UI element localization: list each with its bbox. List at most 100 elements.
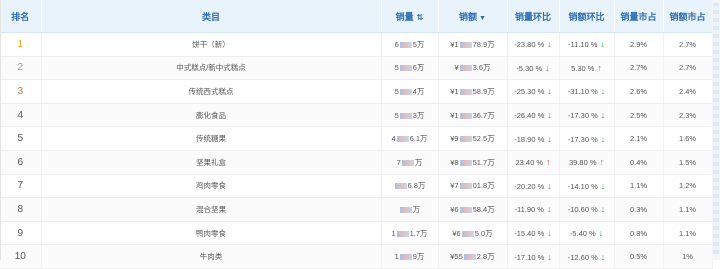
sales-volume-cell: 5 4万 [381, 79, 439, 104]
volume-mom-cell: -17.10 % ↓ [507, 244, 560, 269]
amount-share-cell: 2.7% [663, 56, 713, 81]
arrow-down-icon: ↓ [546, 204, 552, 215]
header-category: 类目 [41, 0, 382, 33]
arrow-down-icon: ↓ [598, 228, 604, 239]
sales-amount-cell: ¥1 58.9万 [438, 79, 508, 104]
rank-cell: 4 [0, 103, 42, 128]
category-cell[interactable]: 传统糖果 [41, 126, 382, 151]
volume-share-cell: 2.5% [614, 103, 664, 128]
amount-mom-cell: 5.30 % ↑ [559, 56, 615, 81]
volume-share-cell: 2.6% [614, 79, 664, 104]
ranking-table-panel: 排名 类目 销量 ⇅ 销额 ▼ 销量环比 销额环比 销量市占 销额市占 1 饼干（新… [0, 0, 720, 269]
table-row: 7 鸡肉零食 6.8万 ¥7 01.8万 -20.20 % ↓ -14.10 % ↓ … [0, 174, 713, 199]
header-sales-volume[interactable]: 销量 ⇅ [381, 0, 439, 33]
amount-mom-cell: -5.40 % ↓ [559, 221, 615, 246]
sales-amount-cell: ¥1 36.7万 [438, 103, 508, 128]
rank-cell: 9 [0, 221, 42, 246]
amount-mom-cell: -17.30 % ↓ [559, 103, 615, 128]
sales-volume-cell: 6.8万 [381, 174, 439, 199]
sales-amount-cell: ¥7 01.8万 [438, 174, 508, 199]
category-cell[interactable]: 饼干（新） [41, 32, 382, 57]
volume-mom-cell: -11.90 % ↓ [507, 197, 560, 222]
category-cell[interactable]: 膨化食品 [41, 103, 382, 128]
volume-mom-cell: -5.30 % ↓ [507, 56, 560, 81]
category-cell[interactable]: 中式糕点/新中式糕点 [41, 56, 382, 81]
table-row: 1 饼干（新） 6 5万 ¥1 78.9万 -23.80 % ↓ -11.10 % ↓ … [0, 32, 713, 57]
category-cell[interactable]: 坚果礼盒 [41, 150, 382, 175]
category-cell[interactable]: 鸭肉零食 [41, 221, 382, 246]
header-volume-mom[interactable]: 销量环比 [507, 0, 560, 33]
sales-amount-cell: ¥9 52.5万 [438, 126, 508, 151]
amount-mom-cell: -17.30 % ↓ [559, 126, 615, 151]
sales-volume-cell: 4 6.1万 [381, 126, 439, 151]
header-amount-mom[interactable]: 销额环比 [559, 0, 615, 33]
sales-amount-cell: ¥3.6万 [438, 56, 508, 81]
amount-share-cell: 1% [663, 244, 713, 269]
header-volume-share[interactable]: 销量市占 [614, 0, 664, 33]
table-row: 8 混合坚果 万 ¥6 58.4万 -11.90 % ↓ -10.60 % ↓ 0.3… [0, 197, 713, 222]
category-cell[interactable]: 鸡肉零食 [41, 174, 382, 199]
volume-share-cell: 0.8% [614, 221, 664, 246]
amount-share-cell: 1.2% [663, 174, 713, 199]
amount-share-cell: 1.5% [663, 150, 713, 175]
arrow-down-icon: ↓ [547, 86, 552, 97]
arrow-down-icon: ↓ [600, 251, 606, 262]
sort-desc-icon[interactable]: ▼ [479, 15, 486, 22]
volume-share-cell: 2.7% [614, 56, 664, 81]
arrow-up-icon: ↑ [546, 157, 551, 168]
rank-cell: 3 [0, 79, 42, 104]
sales-volume-cell: 5 3万 [381, 103, 439, 128]
amount-mom-cell: 39.80 % ↑ [559, 150, 615, 175]
arrow-down-icon: ↓ [547, 180, 552, 191]
table-row: 2 中式糕点/新中式糕点 5 6万 ¥3.6万 -5.30 % ↓ 5.30 % ↑ … [0, 56, 713, 81]
amount-mom-cell: -14.10 % ↓ [559, 174, 615, 199]
arrow-down-icon: ↓ [547, 251, 552, 262]
rank-cell: 7 [0, 174, 42, 199]
rank-cell: 5 [0, 126, 42, 151]
arrow-down-icon: ↓ [600, 133, 606, 144]
arrow-down-icon: ↓ [547, 39, 552, 50]
table-row: 10 牛肉类 1 9万 ¥55 2.8万 -17.10 % ↓ -12.60 % ↓ 0… [0, 244, 713, 269]
amount-mom-cell: -11.10 % ↓ [559, 32, 615, 57]
amount-share-cell: 1.1% [663, 221, 713, 246]
table-row: 9 鸭肉零食 1 1.7万 ¥6 5.0万 -15.40 % ↓ -5.40 % ↓ 0… [0, 221, 713, 246]
sales-volume-cell: 1 1.7万 [381, 221, 439, 246]
scrollbar-thumb[interactable] [713, 2, 719, 256]
amount-mom-cell: -10.60 % ↓ [559, 197, 615, 222]
arrow-down-icon: ↓ [547, 228, 552, 239]
table-row: 3 传统西式糕点 5 4万 ¥1 58.9万 -25.30 % ↓ -31.10 % ↓… [0, 79, 713, 104]
arrow-down-icon: ↓ [600, 86, 606, 97]
sort-icon[interactable]: ⇅ [417, 13, 424, 22]
table-row: 4 膨化食品 5 3万 ¥1 36.7万 -26.40 % ↓ -17.30 % ↓ 2… [0, 103, 713, 128]
arrow-down-icon: ↓ [600, 180, 606, 191]
volume-mom-cell: -23.80 % ↓ [507, 32, 560, 57]
sales-amount-cell: ¥8 51.7万 [438, 150, 508, 175]
arrow-down-icon: ↓ [547, 133, 552, 144]
rank-cell: 6 [0, 150, 42, 175]
category-cell[interactable]: 牛肉类 [41, 244, 382, 269]
rank-cell: 1 [0, 32, 42, 57]
table-row: 6 坚果礼盒 7万 ¥8 51.7万 23.40 % ↑ 39.80 % ↑ 0.4%… [0, 150, 713, 175]
category-cell[interactable]: 传统西式糕点 [41, 79, 382, 104]
vertical-scrollbar[interactable] [712, 0, 720, 260]
arrow-up-icon: ↑ [599, 157, 605, 168]
sales-amount-cell: ¥55 2.8万 [438, 244, 508, 269]
volume-share-cell: 2.1% [614, 126, 664, 151]
sales-volume-cell: 万 [381, 197, 439, 222]
amount-mom-cell: -12.60 % ↓ [559, 244, 615, 269]
sales-volume-cell: 1 9万 [381, 244, 439, 269]
header-amount-share[interactable]: 销额市占 [663, 0, 713, 33]
category-cell[interactable]: 混合坚果 [41, 197, 382, 222]
panel-border [0, 0, 1, 260]
volume-share-cell: 0.4% [614, 150, 664, 175]
volume-share-cell: 0.5% [614, 244, 664, 269]
volume-mom-cell: -18.90 % ↓ [507, 126, 560, 151]
amount-share-cell: 1.6% [663, 126, 713, 151]
volume-mom-cell: -15.40 % ↓ [507, 221, 560, 246]
sales-volume-cell: 6 5万 [381, 32, 439, 57]
rank-cell: 10 [0, 244, 42, 269]
volume-share-cell: 0.3% [614, 197, 664, 222]
table-row: 5 传统糖果 4 6.1万 ¥9 52.5万 -18.90 % ↓ -17.30 % ↓… [0, 126, 713, 151]
header-sales-amount[interactable]: 销额 ▼ [438, 0, 508, 33]
arrow-down-icon: ↓ [547, 110, 552, 121]
